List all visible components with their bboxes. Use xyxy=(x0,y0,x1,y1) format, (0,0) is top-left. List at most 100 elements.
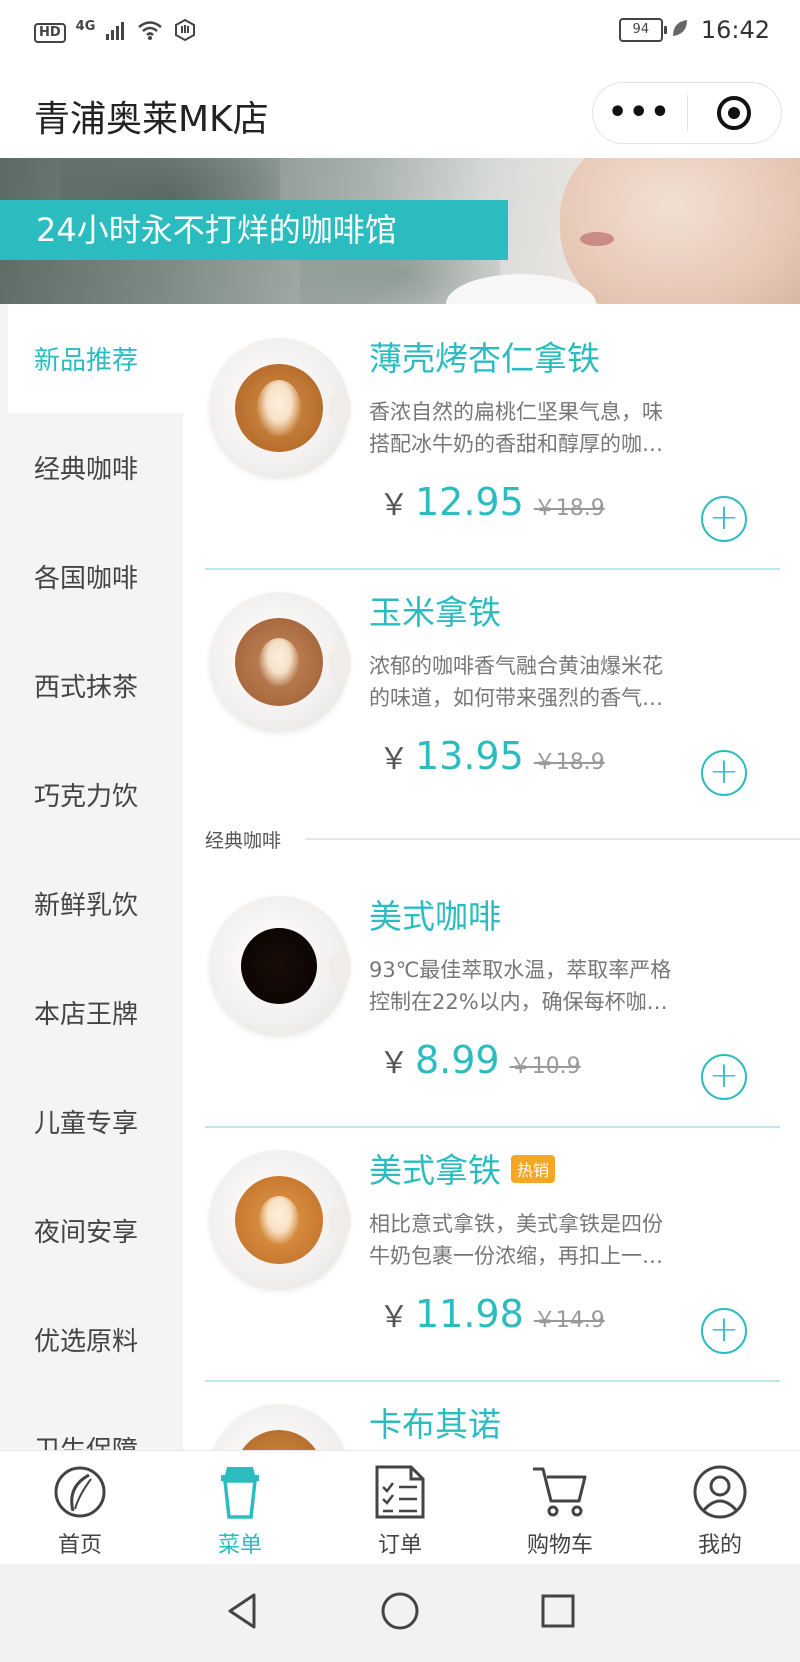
sidebar-item-hygiene[interactable]: 卫生保障 xyxy=(0,1394,175,1450)
product-price: 12.95 xyxy=(415,480,524,524)
status-time: 16:42 xyxy=(700,16,770,44)
sidebar-item-label: 夜间安享 xyxy=(34,1218,139,1248)
sidebar-item-night[interactable]: 夜间安享 xyxy=(0,1176,175,1285)
sidebar-item-classic-coffee[interactable]: 经典咖啡 xyxy=(0,413,175,522)
tab-home[interactable]: 首页 xyxy=(0,1451,160,1564)
original-price: ￥18.9 xyxy=(533,496,605,521)
product-description: 香浓自然的扁桃仁坚果气息，味 搭配冰牛奶的香甜和醇厚的咖… xyxy=(369,396,719,460)
home-icon[interactable] xyxy=(380,1591,420,1635)
tab-profile[interactable]: 我的 xyxy=(640,1451,800,1564)
sidebar-item-label: 本店王牌 xyxy=(34,1000,139,1030)
product-image xyxy=(209,1404,349,1450)
bottom-tab-bar: 首页 菜单 订单 购物车 我的 xyxy=(0,1450,800,1564)
product-list[interactable]: 薄壳烤杏仁拿铁 香浓自然的扁桃仁坚果气息，味 搭配冰牛奶的香甜和醇厚的咖… ￥ … xyxy=(183,304,800,1450)
product-name: 玉米拿铁 xyxy=(369,593,501,632)
product-name: 美式咖啡 xyxy=(369,897,501,936)
tab-label: 订单 xyxy=(377,1533,422,1558)
hd-indicator: HD xyxy=(34,22,66,43)
add-to-cart-button[interactable]: + xyxy=(701,496,747,542)
back-icon[interactable] xyxy=(224,1591,260,1635)
sidebar-item-label: 经典咖啡 xyxy=(34,455,139,485)
product-name-text: 美式拿铁 xyxy=(369,1151,501,1190)
product-image xyxy=(209,338,351,478)
product-description: 浓郁的咖啡香气融合黄油爆米花 的味道，如何带来强烈的香气… xyxy=(369,650,719,714)
desc-line: 香浓自然的扁桃仁坚果气息，味 xyxy=(369,400,663,424)
more-button[interactable]: ••• xyxy=(593,82,687,144)
page-title: 青浦奥莱MK店 xyxy=(34,99,269,140)
desc-line: 相比意式拿铁，美式拿铁是四份 xyxy=(369,1212,663,1236)
sidebar-item-ingredients[interactable]: 优选原料 xyxy=(0,1285,175,1394)
sidebar-item-milk[interactable]: 新鲜乳饮 xyxy=(0,849,175,958)
product-price: 8.99 xyxy=(415,1038,500,1082)
product-card[interactable]: 美式咖啡 93℃最佳萃取水温，萃取率严格 控制在22%以内，确保每杯咖… ￥ 8… xyxy=(203,862,763,1116)
currency-symbol: ￥ xyxy=(379,742,409,777)
network-label: 4G xyxy=(75,18,96,34)
status-bar: HD 4G 94 16:42 xyxy=(0,0,800,64)
tab-menu[interactable]: 菜单 xyxy=(160,1451,320,1564)
cup-icon xyxy=(211,1463,269,1521)
product-name: 薄壳烤杏仁拿铁 xyxy=(369,339,600,378)
sidebar-item-matcha[interactable]: 西式抹茶 xyxy=(0,631,175,740)
cart-icon xyxy=(531,1463,589,1521)
product-description: 93℃最佳萃取水温，萃取率严格 控制在22%以内，确保每杯咖… xyxy=(369,954,719,1018)
banner-model-image xyxy=(560,158,800,304)
add-to-cart-button[interactable]: + xyxy=(701,750,747,796)
tab-orders[interactable]: 订单 xyxy=(320,1451,480,1564)
coffee-bean-icon xyxy=(51,1463,109,1521)
product-price: 11.98 xyxy=(415,1292,524,1336)
sidebar-item-label: 优选原料 xyxy=(34,1327,139,1357)
sidebar-item-label: 新品推荐 xyxy=(34,346,139,376)
desc-line: 搭配冰牛奶的香甜和醇厚的咖… xyxy=(369,432,663,456)
product-name: 卡布其诺 xyxy=(369,1405,501,1444)
price-row: ￥ 8.99 ￥10.9 xyxy=(379,1038,581,1082)
product-card[interactable]: 美式拿铁 热销 相比意式拿铁，美式拿铁是四份 牛奶包裹一份浓缩，再扣上一… ￥ 1… xyxy=(203,1116,763,1370)
leaf-icon xyxy=(671,18,689,43)
signal-bars-icon xyxy=(105,19,127,46)
product-name: 美式拿铁 热销 xyxy=(369,1144,556,1192)
product-description: 相比意式拿铁，美式拿铁是四份 牛奶包裹一份浓缩，再扣上一… xyxy=(369,1208,719,1272)
add-to-cart-button[interactable]: + xyxy=(701,1308,747,1354)
original-price: ￥14.9 xyxy=(533,1308,605,1333)
product-card[interactable]: 卡布其诺 xyxy=(203,1370,763,1450)
product-image xyxy=(209,592,351,732)
currency-symbol: ￥ xyxy=(379,1046,409,1081)
close-miniprogram-button[interactable] xyxy=(688,96,782,130)
product-card[interactable]: 玉米拿铁 浓郁的咖啡香气融合黄油爆米花 的味道，如何带来强烈的香气… ￥ 13.… xyxy=(203,558,763,812)
user-icon xyxy=(691,1463,749,1521)
category-sidebar[interactable]: 新品推荐 经典咖啡 各国咖啡 西式抹茶 巧克力饮 新鲜乳饮 本店王牌 儿童专享 … xyxy=(0,304,183,1450)
recents-icon[interactable] xyxy=(540,1593,576,1633)
product-image xyxy=(209,1150,351,1290)
add-to-cart-button[interactable]: + xyxy=(701,1054,747,1100)
hand-icon xyxy=(173,18,197,47)
sidebar-item-new[interactable]: 新品推荐 xyxy=(8,304,183,413)
sidebar-item-world-coffee[interactable]: 各国咖啡 xyxy=(0,522,175,631)
price-row: ￥ 12.95 ￥18.9 xyxy=(379,480,605,524)
status-left: HD 4G xyxy=(34,18,197,47)
desc-line: 浓郁的咖啡香气融合黄油爆米花 xyxy=(369,654,663,678)
battery-icon: 94 xyxy=(618,18,667,42)
tab-label: 我的 xyxy=(697,1533,742,1558)
sidebar-item-signature[interactable]: 本店王牌 xyxy=(0,958,175,1067)
title-bar: 青浦奥莱MK店 ••• xyxy=(0,64,800,158)
section-line xyxy=(305,838,800,840)
tab-label: 购物车 xyxy=(526,1533,593,1558)
sidebar-item-label: 各国咖啡 xyxy=(34,564,139,594)
currency-symbol: ￥ xyxy=(379,488,409,523)
sidebar-item-chocolate[interactable]: 巧克力饮 xyxy=(0,740,175,849)
original-price: ￥18.9 xyxy=(533,750,605,775)
price-row: ￥ 11.98 ￥14.9 xyxy=(379,1292,605,1336)
section-label: 经典咖啡 xyxy=(205,829,282,852)
desc-line: 93℃最佳萃取水温，萃取率严格 xyxy=(369,958,672,982)
tab-label: 菜单 xyxy=(217,1533,262,1558)
status-right: 94 16:42 xyxy=(618,16,770,44)
sidebar-item-kids[interactable]: 儿童专享 xyxy=(0,1067,175,1176)
sidebar-item-label: 巧克力饮 xyxy=(34,782,139,812)
desc-line: 控制在22%以内，确保每杯咖… xyxy=(369,990,668,1014)
desc-line: 的味道，如何带来强烈的香气… xyxy=(369,686,663,710)
tab-cart[interactable]: 购物车 xyxy=(480,1451,640,1564)
promo-banner[interactable]: 24小时永不打烊的咖啡馆 xyxy=(0,158,800,304)
target-icon xyxy=(717,96,752,130)
currency-symbol: ￥ xyxy=(379,1300,409,1335)
hot-badge: 热销 xyxy=(511,1154,556,1183)
product-card[interactable]: 薄壳烤杏仁拿铁 香浓自然的扁桃仁坚果气息，味 搭配冰牛奶的香甜和醇厚的咖… ￥ … xyxy=(203,304,763,558)
